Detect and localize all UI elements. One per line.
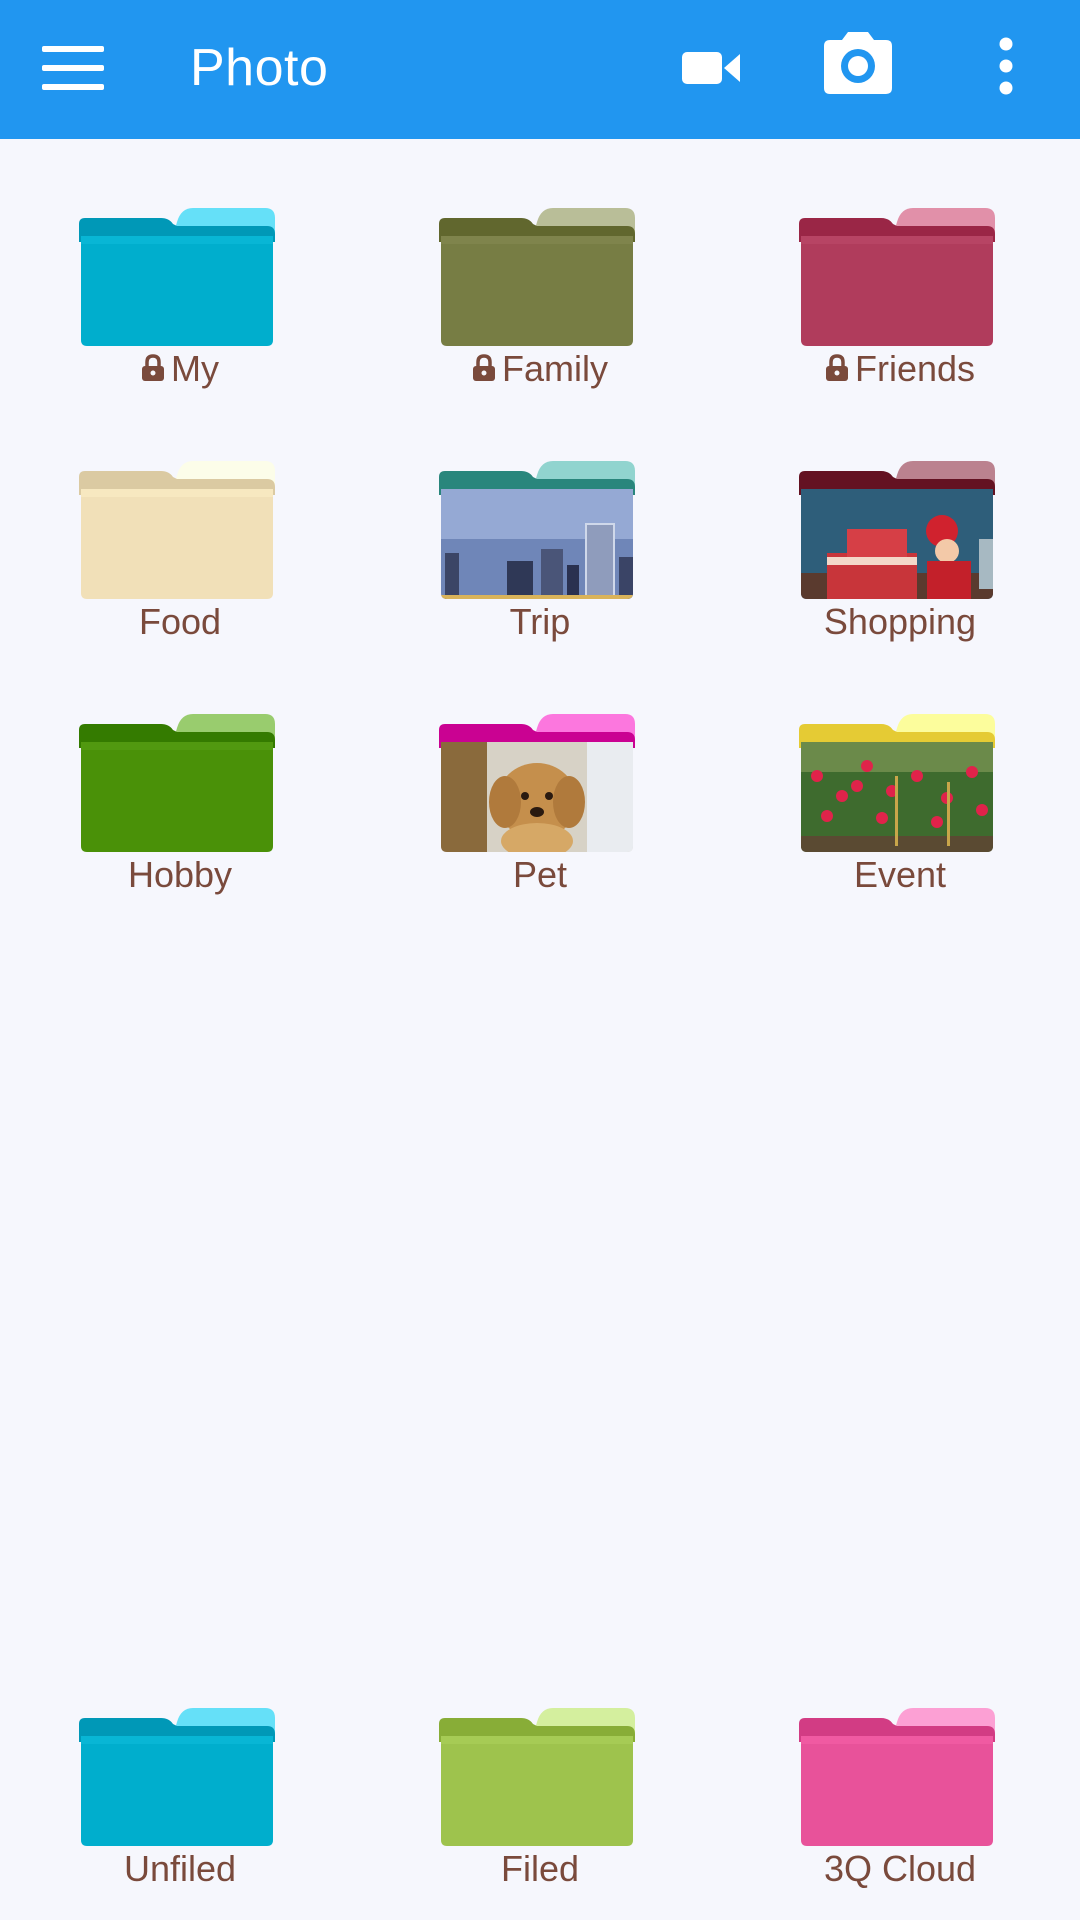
lock-icon	[142, 354, 164, 381]
folder-icon	[77, 200, 287, 350]
folder-label: Food	[0, 601, 360, 643]
folder-icon	[437, 1700, 647, 1850]
folder-icon	[797, 200, 1007, 350]
folder-label-text: Unfiled	[123, 1848, 237, 1889]
folder-label: 3Q Cloud	[720, 1848, 1080, 1890]
folder-label: Friends	[720, 348, 1080, 390]
folder-thumbnail-icon	[437, 706, 647, 856]
video-camera-icon[interactable]	[676, 40, 746, 96]
folder-label: Hobby	[0, 854, 360, 896]
page-title: Photo	[190, 39, 329, 97]
folder-label: Pet	[360, 854, 720, 896]
folder-label-text: Food	[138, 601, 222, 642]
folder-label-text: Family	[502, 348, 608, 389]
app-bar: Photo	[0, 0, 1080, 139]
folder-icon	[77, 453, 287, 603]
folder-label-text: Pet	[512, 854, 568, 895]
lock-icon	[825, 354, 848, 381]
folder-icon	[437, 200, 647, 350]
folder-label: Trip	[360, 601, 720, 643]
folder-thumbnail-icon	[797, 706, 1007, 856]
folder-icon	[77, 1700, 287, 1850]
folder-label-text: My	[171, 348, 219, 389]
folder-icon	[77, 706, 287, 856]
folder-thumbnail-icon	[797, 453, 1007, 603]
folder-label: Family	[360, 348, 720, 390]
folder-label-text: 3Q Cloud	[823, 1848, 977, 1889]
folder-label-text: Filed	[500, 1848, 580, 1889]
folder-label-text: Trip	[509, 601, 571, 642]
folder-thumbnail-icon	[437, 453, 647, 603]
folder-icon	[797, 1700, 1007, 1850]
folder-label-text: Event	[853, 854, 947, 895]
folder-label-text: Hobby	[127, 854, 233, 895]
folder-label: Event	[720, 854, 1080, 896]
folder-label-text: Shopping	[823, 601, 977, 642]
folder-label: My	[0, 348, 360, 390]
folder-label-text: Friends	[854, 348, 976, 389]
camera-icon[interactable]	[818, 28, 898, 98]
lock-icon	[473, 354, 495, 381]
folder-label: Filed	[360, 1848, 720, 1890]
more-vertical-icon[interactable]	[984, 34, 1028, 100]
folder-label: Unfiled	[0, 1848, 360, 1890]
folder-label: Shopping	[720, 601, 1080, 643]
hamburger-menu-icon[interactable]	[38, 40, 108, 96]
